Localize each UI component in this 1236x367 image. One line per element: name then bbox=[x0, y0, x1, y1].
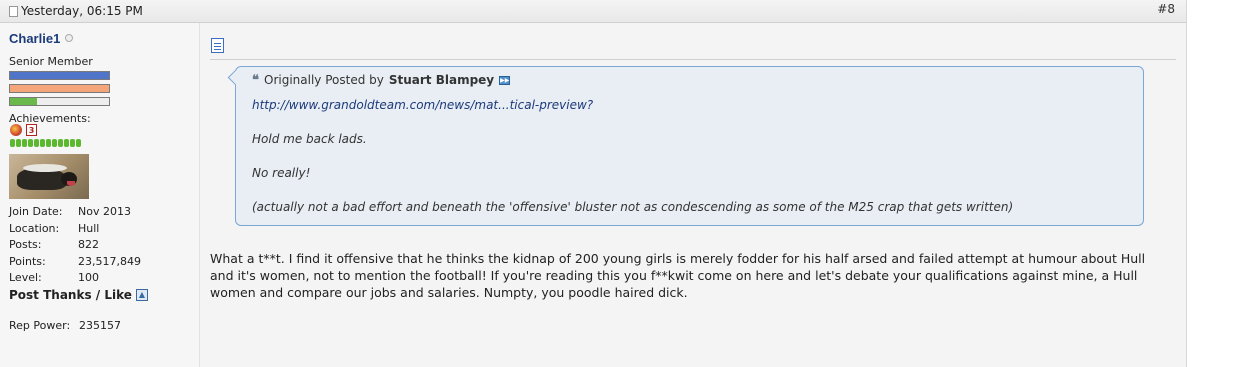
detail-row: Posts: 822 bbox=[9, 238, 99, 251]
offline-status-icon bbox=[65, 34, 73, 42]
quote-marks-icon: ❝ bbox=[252, 72, 259, 88]
post-date: Yesterday, 06:15 PM bbox=[9, 4, 143, 18]
username-link[interactable]: Charlie1 bbox=[9, 31, 60, 46]
activity-bar bbox=[9, 84, 110, 93]
quote-line: (actually not a bad effort and beneath t… bbox=[252, 200, 1014, 214]
post-thanks-label: Post Thanks / Like bbox=[9, 288, 132, 302]
rep-power: Rep Power: 235157 bbox=[9, 319, 121, 332]
achievement-badge-icon[interactable]: 3 bbox=[26, 124, 37, 136]
post-content: ❝ Originally Posted by Stuart Blampey ▶▶… bbox=[200, 23, 1186, 367]
user-details: Join Date: Nov 2013 Location: Hull Posts: 8… bbox=[9, 204, 141, 287]
post-date-text: Yesterday, 06:15 PM bbox=[21, 4, 143, 18]
achievement-icons: 3 bbox=[10, 124, 37, 136]
post-thanks-section: Post Thanks / Like ▲ bbox=[9, 288, 148, 302]
expand-toggle-icon[interactable]: ▲ bbox=[135, 289, 148, 301]
content-divider bbox=[210, 59, 1176, 60]
rep-power-label: Rep Power: bbox=[9, 319, 71, 332]
quote-header: ❝ Originally Posted by Stuart Blampey ▶▶ bbox=[252, 72, 511, 88]
reputation-bar bbox=[9, 71, 110, 80]
rep-power-value: 235157 bbox=[79, 319, 121, 332]
quote-line: Hold me back lads. bbox=[252, 132, 367, 146]
post-number-link[interactable]: #8 bbox=[1157, 2, 1175, 16]
quote-link[interactable]: http://www.grandoldteam.com/news/mat...t… bbox=[252, 98, 593, 112]
level-dots bbox=[10, 139, 81, 147]
forum-post: Yesterday, 06:15 PM #8 Charlie1 Senior M… bbox=[0, 0, 1187, 367]
detail-row: Location: Hull bbox=[9, 221, 100, 235]
detail-row: Points: 23,517,849 bbox=[9, 254, 141, 268]
achievement-medal-icon[interactable] bbox=[10, 124, 22, 136]
user-avatar[interactable] bbox=[9, 154, 89, 199]
quote-author: Stuart Blampey bbox=[388, 73, 495, 87]
post-message: What a t**t. I find it offensive that he… bbox=[210, 251, 1146, 300]
detail-row: Level: 100 bbox=[9, 271, 99, 284]
quote-box: ❝ Originally Posted by Stuart Blampey ▶▶… bbox=[235, 66, 1144, 226]
view-post-icon[interactable]: ▶▶ bbox=[499, 75, 511, 85]
quote-line: No really! bbox=[252, 166, 311, 180]
experience-bar bbox=[9, 97, 110, 106]
quote-prefix: Originally Posted by bbox=[264, 73, 384, 87]
user-rank: Senior Member bbox=[9, 55, 93, 68]
post-icon bbox=[211, 38, 224, 53]
post-header: Yesterday, 06:15 PM #8 bbox=[0, 0, 1186, 23]
detail-row: Join Date: Nov 2013 bbox=[9, 205, 131, 218]
quote-body: http://www.grandoldteam.com/news/mat...t… bbox=[252, 97, 1013, 233]
post-status-icon bbox=[9, 5, 18, 17]
user-info-panel: Charlie1 Senior Member Achievements: 3 J… bbox=[0, 23, 200, 367]
